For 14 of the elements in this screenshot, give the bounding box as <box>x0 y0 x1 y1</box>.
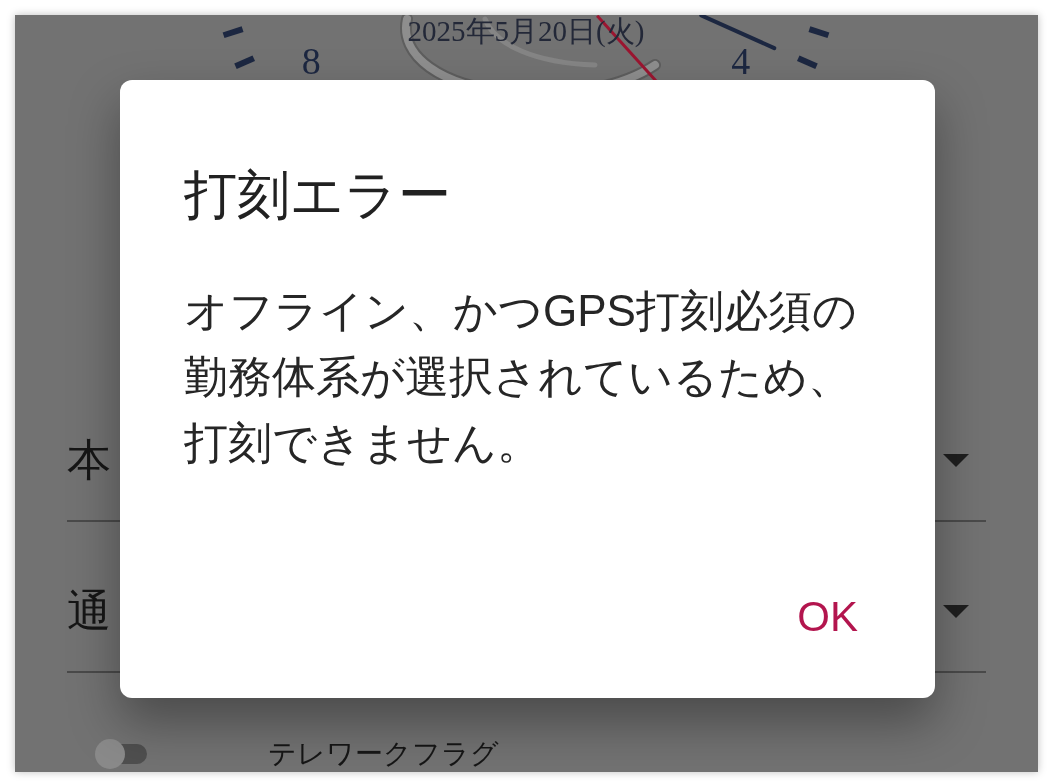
clock-tick <box>222 26 244 39</box>
dropdown-value[interactable]: 本 <box>67 438 111 482</box>
clock-numeral: 4 <box>731 40 751 82</box>
dialog-title: 打刻エラー <box>184 164 452 226</box>
caret-down-icon[interactable] <box>943 453 969 467</box>
dialog-message: オフライン、かつGPS打刻必須の勤務体系が選択されているため、打刻できません。 <box>184 285 858 469</box>
clock-numeral: 8 <box>301 40 321 82</box>
clock-tick <box>797 55 818 70</box>
caret-down-icon[interactable] <box>943 604 969 618</box>
ok-button[interactable]: OK <box>781 587 874 647</box>
clock-tick <box>234 55 255 70</box>
clock-tick <box>808 26 830 39</box>
toggle-label: テレワークフラグ <box>268 739 499 769</box>
dropdown-value[interactable]: 通 <box>67 589 111 633</box>
